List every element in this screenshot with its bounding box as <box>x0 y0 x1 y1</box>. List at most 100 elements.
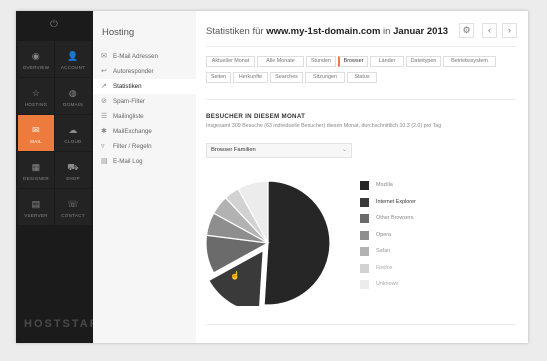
legend-label: Mozilla <box>376 182 393 188</box>
settings-gear-icon[interactable]: ⚙ <box>459 23 474 38</box>
subnav-list: ✉ E-Mail Adressen ↩ Autoresponder ↗ Statistik… <box>93 49 196 169</box>
legend-label: Safari <box>376 248 391 254</box>
chart-icon: ↗ <box>101 83 107 90</box>
subnav-item-label: E-Mail Log <box>113 158 143 165</box>
cloud-icon: ☁ <box>68 125 78 135</box>
legend-label: Internet Explorer <box>376 198 416 205</box>
tile-label: Account <box>60 65 86 70</box>
legend-swatch <box>360 280 369 289</box>
envelope-icon: ✉ <box>32 125 40 135</box>
subnav-item-label: MailExchange <box>113 128 152 135</box>
subnav-item-label: Mailingliste <box>113 113 144 120</box>
next-month-button[interactable]: › <box>502 23 517 38</box>
legend-swatch <box>360 214 369 223</box>
main-content: Statistiken für www.my-1st-domain.com in… <box>196 11 528 343</box>
tab-browser[interactable]: Browser <box>338 56 368 67</box>
app-window: ⏻ ◉ Overview 👤 Account ☆ Hosting ◍ Domain ✉ Mail ☁… <box>16 11 528 343</box>
tab-status[interactable]: Status <box>347 72 377 83</box>
subnav-item-label: Spam-Filter <box>113 98 145 105</box>
star-icon: ✱ <box>101 128 107 135</box>
cart-icon: ⛟ <box>67 162 79 172</box>
tab-stunden[interactable]: Stunden <box>306 56 336 67</box>
tile-account[interactable]: 👤 Account <box>55 41 91 77</box>
subnav-item-spam-filter[interactable]: ⊘ Spam-Filter <box>93 94 196 109</box>
subnav-item-autoresponder[interactable]: ↩ Autoresponder <box>93 64 196 79</box>
legend-label: Unknown <box>376 281 399 287</box>
tile-label: Designer <box>23 176 49 181</box>
tile-label: Hosting <box>24 102 48 107</box>
subnav-item-label: E-Mail Adressen <box>113 53 159 60</box>
tab-dateitypen[interactable]: Dateitypen <box>406 56 441 67</box>
subnav-item-e-mail-log[interactable]: ▤ E-Mail Log <box>93 154 196 169</box>
tile-sidebar: ⏻ ◉ Overview 👤 Account ☆ Hosting ◍ Domain ✉ Mail ☁… <box>16 11 98 343</box>
subnav-item-label: Filter / Regeln <box>113 143 152 150</box>
subnav-item-statistiken[interactable]: ↗ Statistiken <box>93 79 196 94</box>
tile-hosting[interactable]: ☆ Hosting <box>18 78 54 114</box>
tab-seiten[interactable]: Seiten <box>206 72 231 83</box>
legend-swatch <box>360 230 369 240</box>
previous-month-button[interactable]: ‹ <box>482 23 497 38</box>
legend-swatch <box>360 263 369 273</box>
tile-label: Mail <box>30 139 42 144</box>
tile-overview[interactable]: ◉ Overview <box>18 41 54 77</box>
log-icon: ▤ <box>101 158 108 165</box>
tab-betriebssystem[interactable]: Betriebssystem <box>443 56 496 67</box>
section-subtitle: Insgesamt 309 Besuche (63 individuelle B… <box>206 123 442 129</box>
tab-herkunfte[interactable]: Herkunfte <box>233 72 268 83</box>
tab-sitzungen[interactable]: Sitzungen <box>305 72 345 83</box>
tile-domain[interactable]: ◍ Domain <box>55 78 91 114</box>
filter-icon: ▿ <box>101 143 105 150</box>
tab-länder[interactable]: Länder <box>370 56 404 67</box>
pie-slice-mozilla[interactable] <box>263 180 331 306</box>
page-title: Statistiken für www.my-1st-domain.com in… <box>206 26 448 37</box>
divider <box>206 324 516 325</box>
legend-swatch <box>360 247 369 256</box>
browser-family-select[interactable]: Browser Familien ⌄ <box>206 143 352 158</box>
subnav-item-e-mail-adressen[interactable]: ✉ E-Mail Adressen <box>93 49 196 64</box>
star-icon: ☆ <box>31 88 41 98</box>
tile-vserver[interactable]: ▤ vServer <box>18 189 54 225</box>
section-title: BESUCHER IN DIESEM MONAT <box>206 113 306 120</box>
tile-cloud[interactable]: ☁ Cloud <box>55 115 91 151</box>
legend-label: Firefox <box>376 264 393 271</box>
tab-searches[interactable]: Searches <box>270 72 303 83</box>
power-icon[interactable]: ⏻ <box>48 19 60 31</box>
tile-label: Domain <box>63 102 83 107</box>
hand-cursor-icon: ☝ <box>230 271 240 280</box>
tab-aktueller-monat[interactable]: Aktueller Monat <box>206 56 255 67</box>
subnav-item-mailingliste[interactable]: ☰ Mailingliste <box>93 109 196 124</box>
title-mid: in <box>380 26 394 37</box>
tile-label: Shop <box>66 176 80 181</box>
sub-navigation: Hosting ✉ E-Mail Adressen ↩ Autoresponder ↗ S… <box>93 11 196 343</box>
chevron-down-icon: ⌄ <box>341 147 347 153</box>
server-icon: ▤ <box>31 199 41 209</box>
subnav-item-label: Statistiken <box>113 83 142 90</box>
block-icon: ⊘ <box>101 98 107 105</box>
subnav-item-filter-regeln[interactable]: ▿ Filter / Regeln <box>93 139 196 154</box>
tile-mail[interactable]: ✉ Mail <box>18 115 54 151</box>
tile-shop[interactable]: ⛟ Shop <box>55 152 91 188</box>
list-icon: ☰ <box>101 113 108 120</box>
tile-contact[interactable]: ☏ Contact <box>55 189 91 225</box>
subnav-title: Hosting <box>102 27 135 38</box>
legend-swatch <box>360 181 369 190</box>
tile-label: Cloud <box>64 139 82 144</box>
tab-alle-monate[interactable]: Alle Monate <box>257 56 304 67</box>
legend-label: Opera <box>376 231 391 238</box>
legend-label: Other Browsers <box>376 215 414 221</box>
subnav-item-mailexchange[interactable]: ✱ MailExchange <box>93 124 196 139</box>
legend-swatch <box>360 197 369 207</box>
title-domain: www.my-1st-domain.com <box>266 26 381 37</box>
tile-designer[interactable]: ▦ Designer <box>18 152 54 188</box>
hoststar-logo: HOSTSTAR <box>24 318 100 330</box>
phone-icon: ☏ <box>67 199 79 209</box>
title-prefix: Statistiken für <box>206 26 267 37</box>
tile-label: Contact <box>61 213 85 218</box>
user-icon: 👤 <box>67 51 79 61</box>
reply-icon: ↩ <box>101 68 107 75</box>
subnav-item-label: Autoresponder <box>113 68 154 75</box>
tile-label: vServer <box>24 213 48 218</box>
globe-icon: ◍ <box>68 88 78 98</box>
select-value: Browser Familien <box>211 147 256 153</box>
tile-label: Overview <box>22 65 50 70</box>
